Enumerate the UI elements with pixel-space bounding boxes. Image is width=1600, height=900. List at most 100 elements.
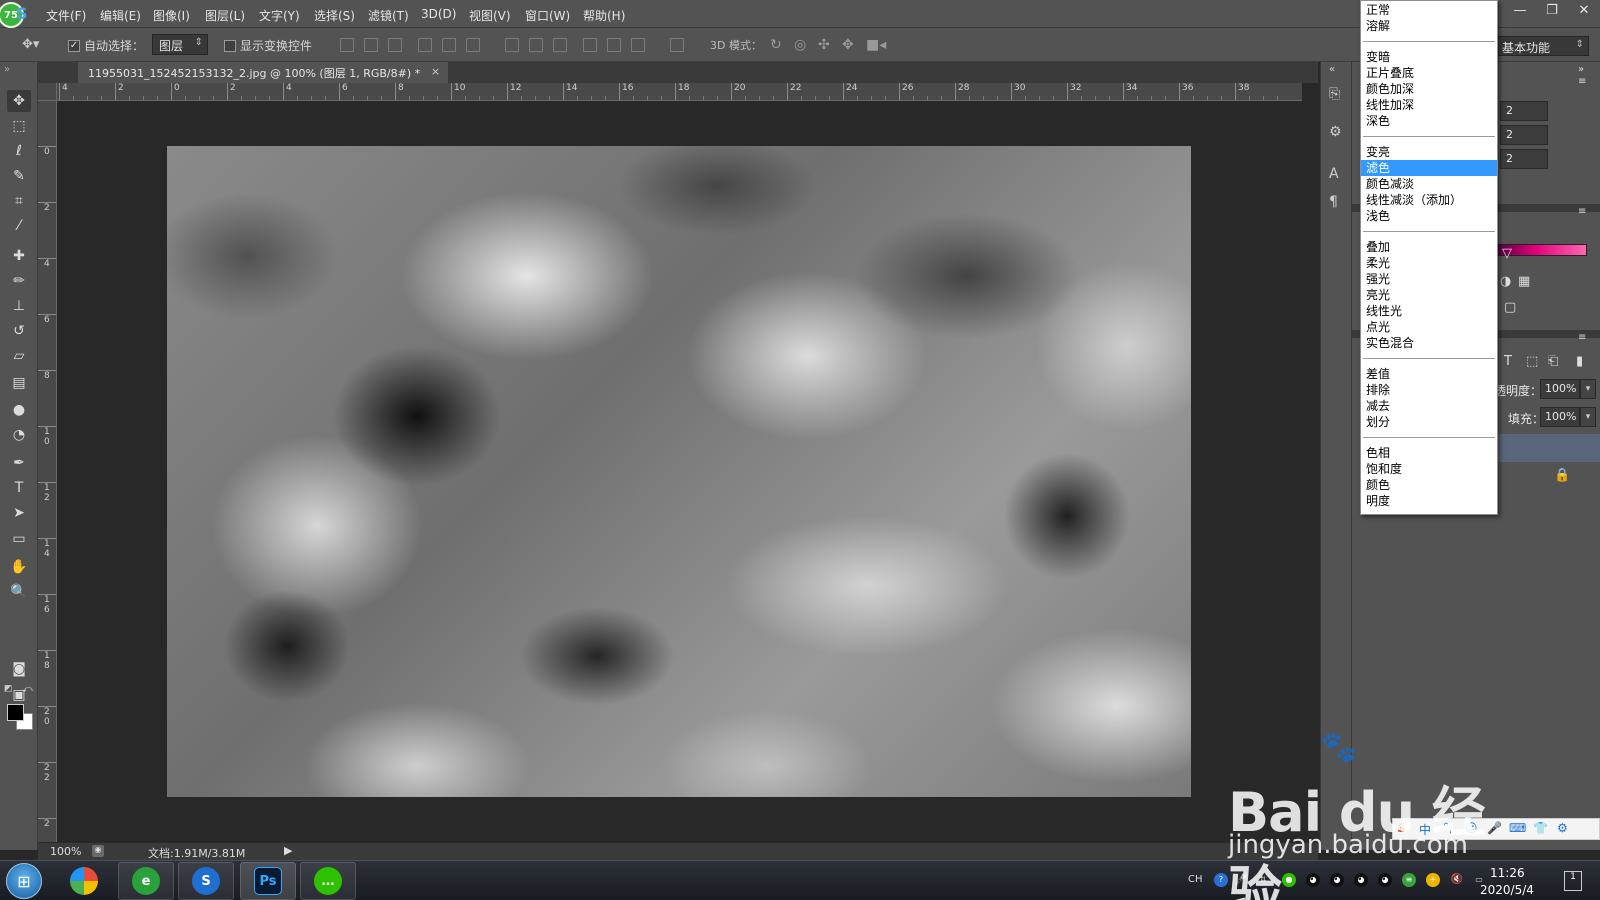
blend-mode-option[interactable]: 颜色加深 (1361, 81, 1497, 97)
panel-collapse-icon[interactable]: » (4, 64, 10, 75)
blend-mode-option[interactable]: 点光 (1361, 319, 1497, 335)
align-top-icon[interactable] (340, 38, 354, 52)
blend-mode-option[interactable]: 线性光 (1361, 303, 1497, 319)
menu-window[interactable]: 窗口(W) (525, 7, 570, 24)
notification-icon[interactable]: 1 (1564, 871, 1582, 891)
triangle-icon[interactable]: ▽ (1502, 246, 1512, 261)
blend-mode-option[interactable]: 色相 (1361, 445, 1497, 461)
foreground-color-swatch[interactable] (7, 704, 24, 721)
fill-dropdown-icon[interactable]: ▾ (1580, 407, 1596, 427)
ime-keyboard-icon[interactable]: ⌨ (1509, 821, 1526, 835)
quick-select-tool-icon[interactable]: ✎ (7, 165, 31, 187)
menu-3d[interactable]: 3D(D) (421, 7, 456, 21)
menu-layer[interactable]: 图层(L) (205, 7, 245, 24)
ime-chinese-mode-icon[interactable]: 中 (1419, 821, 1431, 838)
qq-tray-icon-2[interactable]: ◕ (1330, 873, 1344, 887)
property-field-1[interactable]: 2 (1500, 101, 1548, 121)
document-image-clouds[interactable] (167, 146, 1191, 797)
healing-brush-tool-icon[interactable]: ✚ (7, 245, 31, 267)
ime-skin-icon[interactable]: 👕 (1533, 821, 1548, 835)
distribute-bottom-icon[interactable] (553, 38, 567, 52)
blend-mode-option[interactable]: 浅色 (1361, 208, 1497, 224)
dodge-tool-icon[interactable]: ◔ (7, 424, 31, 446)
filter-type-icon[interactable]: T (1504, 354, 1512, 369)
blend-mode-option[interactable]: 减去 (1361, 398, 1497, 414)
3d-pan-icon[interactable]: ✣ (818, 37, 830, 53)
canvas-area[interactable] (58, 101, 1320, 850)
3d-slide-icon[interactable]: ✥ (842, 37, 854, 53)
filter-smart-object-icon[interactable]: ⎗ (1548, 354, 1558, 369)
paragraph-panel-icon[interactable]: ¶ (1329, 194, 1338, 210)
history-panel-icon[interactable]: ⎘ (1329, 86, 1340, 102)
distribute-hcenter-icon[interactable] (607, 38, 621, 52)
blend-mode-option[interactable]: 变暗 (1361, 49, 1497, 65)
help-icon[interactable]: ? (1214, 873, 1228, 887)
menu-help[interactable]: 帮助(H) (583, 7, 625, 24)
volume-muted-icon[interactable]: 🔇 (1450, 873, 1464, 887)
eyedropper-tool-icon[interactable]: ⁄ (7, 215, 31, 237)
show-transform-controls-checkbox[interactable]: 显示变换控件 (224, 37, 312, 54)
pen-tool-icon[interactable]: ✒ (7, 452, 31, 474)
blend-mode-option[interactable]: 亮光 (1361, 287, 1497, 303)
menu-edit[interactable]: 编辑(E) (100, 7, 141, 24)
marquee-tool-icon[interactable]: ⬚ (7, 115, 31, 137)
panel-collapse-icon[interactable]: » (1578, 64, 1584, 75)
blend-mode-option[interactable]: 排除 (1361, 382, 1497, 398)
move-tool-preset-icon[interactable]: ✥▾ (22, 37, 39, 52)
distribute-top-icon[interactable] (505, 38, 519, 52)
blend-mode-option[interactable]: 强光 (1361, 271, 1497, 287)
update-tray-icon[interactable]: + (1426, 873, 1440, 887)
ime-punctuation-icon[interactable]: °, (1443, 821, 1453, 835)
blend-mode-option[interactable]: 颜色减淡 (1361, 176, 1497, 192)
blend-mode-option[interactable]: 线性减淡（添加） (1361, 192, 1497, 208)
blend-mode-option[interactable]: 正常 (1361, 2, 1497, 18)
menu-file[interactable]: 文件(F) (46, 7, 86, 24)
eraser-tool-icon[interactable]: ▱ (7, 345, 31, 367)
zoom-tool-icon[interactable]: 🔍 (7, 581, 31, 603)
status-menu-arrow-icon[interactable]: ▶ (284, 844, 292, 857)
menu-select[interactable]: 选择(S) (314, 7, 355, 24)
qq-tray-icon-4[interactable]: ◕ (1378, 873, 1392, 887)
menu-view[interactable]: 视图(V) (469, 7, 511, 24)
opacity-dropdown-icon[interactable]: ▾ (1580, 379, 1596, 399)
filter-toggle-icon[interactable]: ▮ (1576, 354, 1583, 369)
blend-mode-option[interactable]: 叠加 (1361, 239, 1497, 255)
qq-tray-icon-3[interactable]: ◕ (1354, 873, 1368, 887)
property-field-3[interactable]: 2 (1500, 149, 1548, 169)
hand-tool-icon[interactable]: ✋ (7, 556, 31, 578)
blend-mode-option[interactable]: 差值 (1361, 366, 1497, 382)
blend-mode-option[interactable]: 深色 (1361, 113, 1497, 129)
taskbar-app-sogou[interactable]: S (178, 862, 234, 900)
restore-button[interactable]: ❐ (1536, 0, 1568, 20)
adjust-icon[interactable]: ◑ (1500, 274, 1511, 289)
square-icon[interactable]: ▢ (1504, 300, 1516, 315)
shape-tool-icon[interactable]: ▭ (7, 528, 31, 550)
align-left-icon[interactable] (418, 38, 432, 52)
distribute-right-icon[interactable] (631, 38, 645, 52)
distribute-left-icon[interactable] (583, 38, 597, 52)
character-panel-icon[interactable]: A (1329, 166, 1339, 182)
lasso-tool-icon[interactable]: ℓ (7, 140, 31, 162)
3d-rotate-icon[interactable]: ↻ (770, 37, 782, 53)
microphone-icon[interactable]: 🎤 (1234, 873, 1248, 887)
distribute-vcenter-icon[interactable] (529, 38, 543, 52)
sogou-ime-icon[interactable]: S (1397, 821, 1406, 835)
panel-menu-icon[interactable]: ≡ (1578, 76, 1586, 87)
align-bottom-icon[interactable] (388, 38, 402, 52)
3d-scale-icon[interactable]: ■◂ (866, 37, 886, 53)
security-tray-icon[interactable]: ≡ (1402, 873, 1416, 887)
document-tab[interactable]: 11955031_152452153132_2.jpg @ 100% (图层 1… (78, 62, 449, 83)
quick-mask-icon[interactable]: ◙ (7, 658, 31, 680)
language-indicator[interactable]: CH (1188, 874, 1203, 885)
property-field-2[interactable]: 2 (1500, 125, 1548, 145)
clock-date[interactable]: 2020/5/4 (1480, 883, 1534, 897)
blend-mode-option[interactable]: 柔光 (1361, 255, 1497, 271)
panel-menu-icon[interactable]: ≡ (1578, 332, 1586, 343)
blend-mode-option[interactable]: 饱和度 (1361, 461, 1497, 477)
taskbar-app-ie[interactable]: e (118, 862, 174, 900)
expand-panels-icon[interactable]: « (1329, 64, 1335, 75)
taskbar-app-wechat[interactable]: … (300, 862, 356, 900)
taskbar-app-photos[interactable] (56, 862, 112, 900)
type-tool-icon[interactable]: T (7, 477, 31, 499)
auto-select-target-select[interactable]: 图层 (152, 34, 208, 55)
